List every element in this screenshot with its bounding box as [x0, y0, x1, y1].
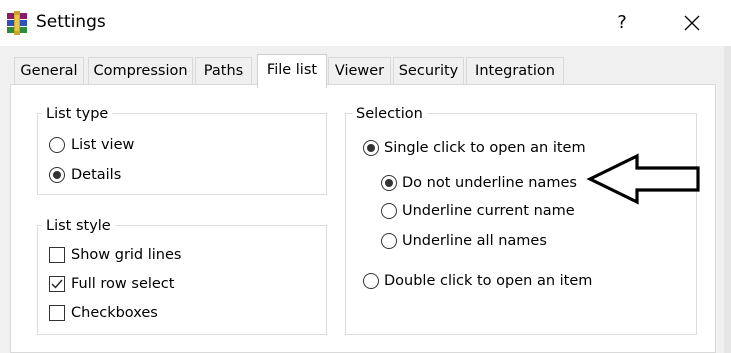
radio-button[interactable]: [363, 140, 379, 156]
radio-label[interactable]: List view: [71, 136, 134, 154]
radio-dot: [385, 179, 393, 187]
tab-paths[interactable]: Paths: [195, 57, 252, 85]
radio-label[interactable]: Underline current name: [402, 202, 575, 220]
window-title: Settings: [36, 12, 106, 32]
radio-label[interactable]: Underline all names: [402, 232, 547, 250]
close-button[interactable]: [672, 8, 712, 38]
checkbox-label[interactable]: Full row select: [71, 275, 174, 293]
radio-button[interactable]: [49, 167, 65, 183]
tab-general[interactable]: General: [14, 57, 84, 85]
checkmark-icon: [51, 279, 63, 289]
tab-integration[interactable]: Integration: [466, 57, 564, 85]
radio-button[interactable]: [363, 273, 379, 289]
list-type-legend: List type: [42, 105, 113, 123]
radio-dot: [367, 144, 375, 152]
winrar-app-icon: [6, 11, 28, 35]
radio-button[interactable]: [381, 233, 397, 249]
background-window-strip: [724, 46, 731, 353]
radio-dot: [53, 171, 61, 179]
list-style-legend: List style: [42, 217, 115, 235]
radio-label[interactable]: Do not underline names: [402, 174, 577, 192]
tab-security[interactable]: Security: [393, 57, 464, 85]
title-bar: Settings ?: [0, 0, 731, 46]
radio-button[interactable]: [381, 203, 397, 219]
tab-compression[interactable]: Compression: [88, 57, 193, 85]
close-icon: [684, 15, 700, 31]
checkbox[interactable]: [49, 247, 65, 263]
checkbox-label[interactable]: Show grid lines: [71, 246, 181, 264]
help-button[interactable]: ?: [604, 8, 640, 38]
selection-legend: Selection: [352, 105, 427, 123]
checkbox-label[interactable]: Checkboxes: [71, 304, 158, 322]
checkbox[interactable]: [49, 305, 65, 321]
tab-file-list[interactable]: File list: [257, 54, 327, 88]
radio-button[interactable]: [49, 137, 65, 153]
radio-label[interactable]: Single click to open an item: [384, 139, 586, 157]
radio-label[interactable]: Details: [71, 166, 121, 184]
radio-label[interactable]: Double click to open an item: [384, 272, 592, 290]
tab-viewer[interactable]: Viewer: [328, 57, 391, 85]
checkbox[interactable]: [49, 276, 65, 292]
annotation-arrow-icon: [586, 153, 700, 205]
radio-button[interactable]: [381, 175, 397, 191]
file-list-panel: List type List view Details List style S…: [10, 84, 716, 353]
